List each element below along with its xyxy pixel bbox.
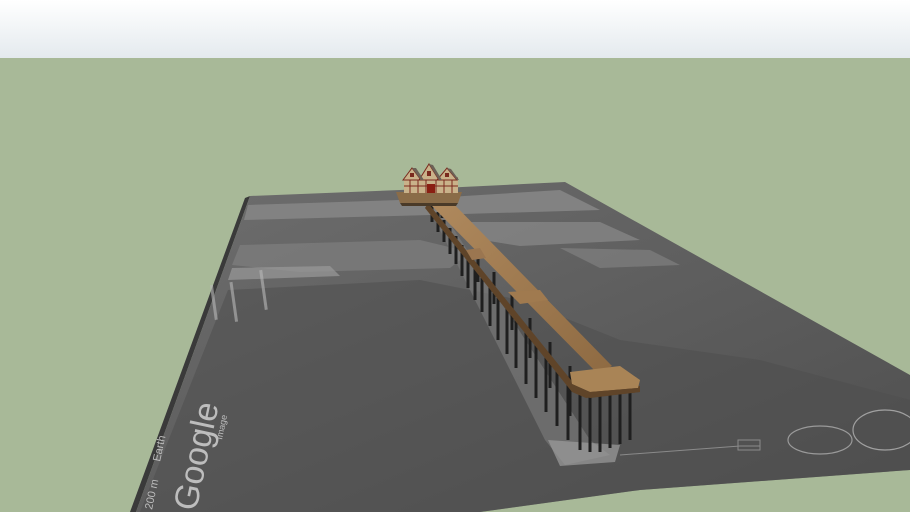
sky [0, 0, 910, 58]
3d-model-viewport[interactable]: Google 200 m Image Earth [0, 0, 910, 512]
